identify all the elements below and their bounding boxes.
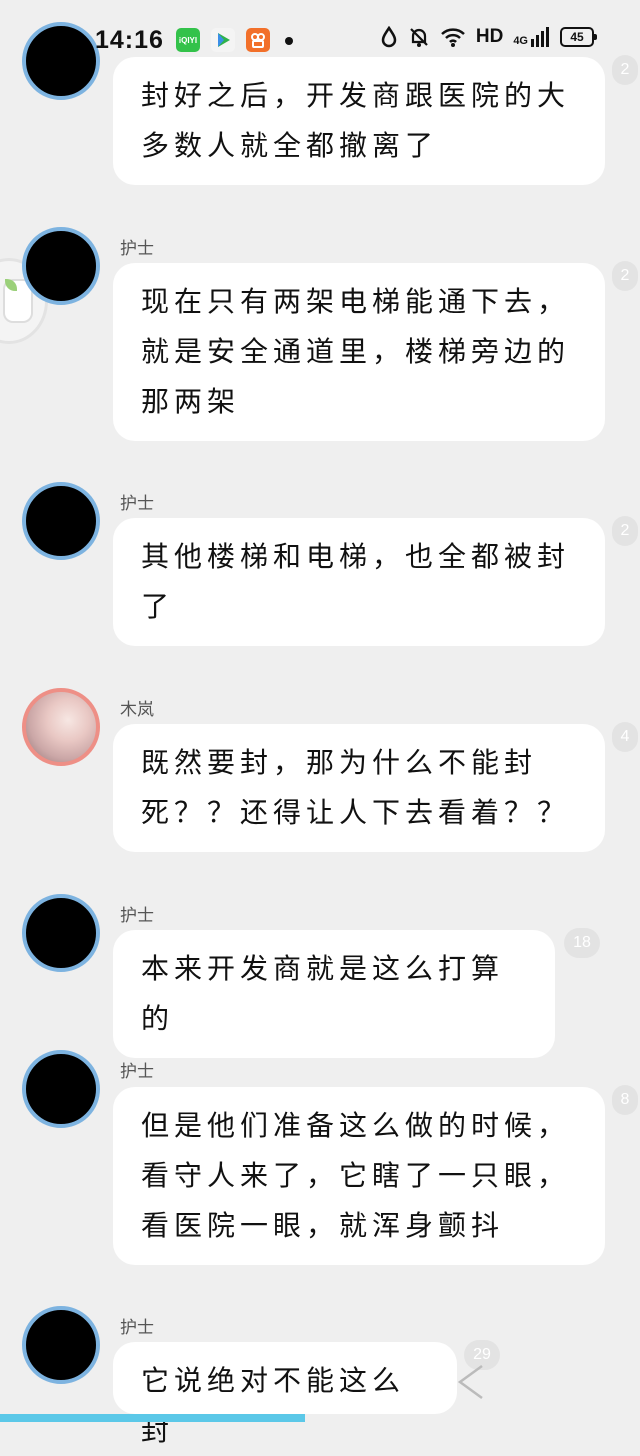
sender-name: 护士 [120,1318,154,1338]
comment-count-badge[interactable]: 8 [612,1085,638,1115]
message-line: 既然要封，那为什么不能封 [141,746,538,779]
comment-count-badge[interactable]: 2 [612,261,638,291]
message-bubble[interactable]: 本来开发商就是这么打算的 [113,930,555,1058]
reading-progress-bar [0,1414,305,1422]
cell-signal: 4G [513,27,550,47]
message-bubble[interactable]: 其他楼梯和电梯，也全都被封 了 [113,518,605,646]
video-play-app-icon [211,28,235,52]
avatar[interactable] [22,227,100,305]
message-line: 就是安全通道里，楼梯旁边的 [141,335,571,368]
battery-indicator: 45 [560,27,597,47]
sender-name: 护士 [120,906,154,926]
message-bubble[interactable]: 既然要封，那为什么不能封 死？？还得让人下去看着？？ [113,724,605,852]
sender-name: 护士 [120,239,154,259]
comment-count-badge[interactable]: 4 [612,722,638,752]
signal-bars-icon [531,27,549,47]
message-line: 多数人就全都撤离了 [141,129,439,162]
avatar[interactable] [22,688,100,766]
comment-count-badge[interactable]: 2 [612,516,638,546]
sender-name: 护士 [120,494,154,514]
status-bar: 14:16 iQIYI HD 4G 45 [0,0,640,80]
comment-count-badge[interactable]: 18 [564,928,600,958]
message-bubble[interactable]: 它说绝对不能这么封 [113,1342,457,1447]
message-line: 那两架 [141,385,241,418]
system-icons: HD 4G 45 [380,26,597,48]
kuaishou-app-icon [246,28,270,52]
message-line: 现在只有两架电梯能通下去， [141,285,571,318]
message-line: 了 [141,590,175,623]
message-line: 看医院一眼，就浑身颤抖 [141,1209,505,1242]
avatar[interactable] [22,482,100,560]
sender-name: 护士 [120,1062,154,1082]
hd-label: HD [475,26,504,47]
avatar[interactable] [22,1306,100,1384]
more-notifications-dot [285,37,293,45]
mute-bell-icon [410,28,428,47]
drop-icon [381,26,397,48]
back-arrow-icon[interactable] [456,1362,486,1402]
message-line: 它说绝对不能这么封 [141,1364,406,1447]
wifi-icon [441,28,465,47]
avatar[interactable] [22,1050,100,1128]
message-line: 其他楼梯和电梯，也全都被封 [141,540,571,573]
message-bubble[interactable]: 但是他们准备这么做的时候， 看守人来了，它瞎了一只眼， 看医院一眼，就浑身颤抖 [113,1087,605,1265]
message-line: 但是他们准备这么做的时候， [141,1109,571,1142]
network-type-label: 4G [513,35,528,47]
message-line: 死？？还得让人下去看着？？ [141,796,571,829]
iqiyi-app-icon: iQIYI [176,28,200,52]
status-time: 14:16 [95,26,164,54]
message-bubble[interactable]: 现在只有两架电梯能通下去， 就是安全通道里，楼梯旁边的 那两架 [113,263,605,441]
sender-name: 木岚 [120,700,154,720]
message-line: 本来开发商就是这么打算的 [141,952,505,1035]
avatar[interactable] [22,894,100,972]
message-line: 看守人来了，它瞎了一只眼， [141,1159,571,1192]
